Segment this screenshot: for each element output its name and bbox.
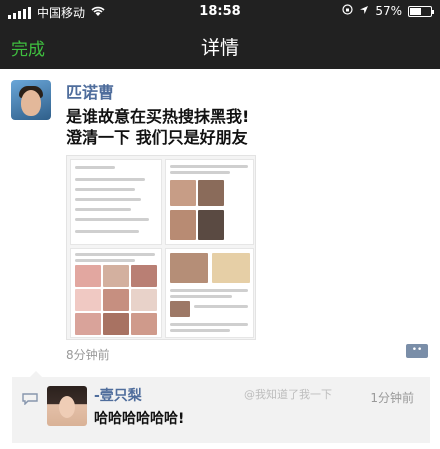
- watermark-text: @我知道了我一下: [244, 388, 332, 401]
- author-avatar[interactable]: [11, 80, 51, 120]
- status-right: 57%: [342, 4, 434, 18]
- commenter-avatar[interactable]: [47, 386, 87, 426]
- post-text-line: 澄清一下 我们只是好朋友: [66, 128, 248, 147]
- page-title: 详情: [200, 37, 239, 59]
- orientation-lock-icon: [342, 4, 353, 18]
- comment-section: -壹只梨 哈哈哈哈哈哈! 1分钟前: [12, 371, 430, 443]
- nav-bar: 完成 详情: [0, 24, 440, 69]
- comment-icon: [22, 393, 38, 406]
- status-bar: 中国移动 18:58 57%: [0, 0, 440, 24]
- comment-time: 1分钟前: [370, 391, 414, 405]
- commenter-name[interactable]: -壹只梨: [94, 385, 142, 405]
- location-icon: [359, 4, 369, 18]
- image-panel: [165, 159, 254, 245]
- author-name[interactable]: 匹诺曹: [66, 79, 114, 103]
- image-panel: [165, 248, 254, 338]
- image-panel: [70, 248, 162, 338]
- post-image[interactable]: [66, 155, 256, 340]
- comment-text: 哈哈哈哈哈哈!: [94, 411, 185, 427]
- post-time: 8分钟前: [66, 348, 110, 362]
- comment-menu-icon[interactable]: ••: [406, 344, 428, 358]
- image-panel: [70, 159, 162, 245]
- top-bar: 中国移动 18:58 57% 完成 详情: [0, 0, 440, 69]
- battery-icon: [408, 5, 434, 17]
- battery-percent: 57%: [375, 4, 402, 18]
